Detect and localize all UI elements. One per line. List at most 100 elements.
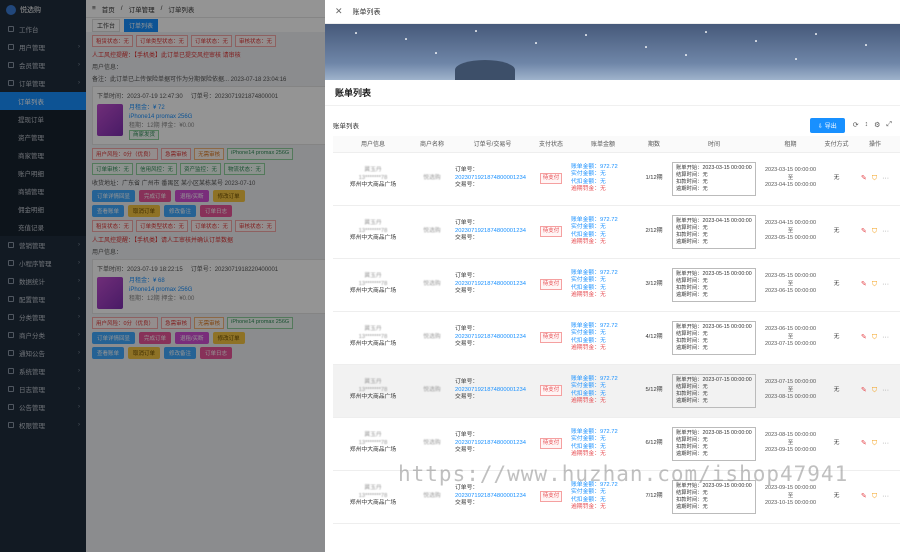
time-line: 账单开始：2023-05-15 00:00:00 [676, 270, 752, 277]
merchant-name: 悦选购 [423, 174, 441, 181]
user-address: 郑州中大商品广场 [349, 182, 397, 189]
shield-icon[interactable]: ⛉ [872, 281, 877, 289]
star-decoration [475, 30, 477, 32]
time-line: 账单开始：2023-03-15 00:00:00 [676, 164, 752, 171]
more-icon[interactable]: ··· [882, 281, 889, 289]
paid-amount: 实付金额：无 [571, 171, 606, 177]
time-line: 逾期时间：无 [676, 397, 708, 404]
edit-icon[interactable]: ✎ [861, 440, 867, 448]
fullscreen-icon[interactable]: ⤢ [886, 121, 892, 129]
user-phone: 13*******78 [358, 386, 388, 393]
cell-ops: ✎ ⛉ ··· [850, 364, 900, 418]
user-address: 郑州中大商品广场 [349, 341, 397, 348]
cell-pay-method: 无 [823, 364, 850, 418]
star-decoration [815, 33, 817, 35]
time-line: 账单开始：2023-04-15 00:00:00 [676, 217, 752, 224]
paid-amount: 实付金额：无 [571, 489, 606, 495]
more-icon[interactable]: ··· [882, 334, 889, 342]
density-icon[interactable]: ↕ [865, 121, 869, 129]
merchant-name: 悦选购 [423, 439, 441, 446]
order-number-link[interactable]: 2023071921874800001234 [455, 175, 526, 181]
user-address: 郑州中大商品广场 [349, 447, 397, 454]
order-number-link[interactable]: 2023071921874800001234 [455, 281, 526, 287]
edit-icon[interactable]: ✎ [861, 175, 867, 183]
shield-icon[interactable]: ⛉ [872, 387, 877, 395]
time-line: 逾期时间：无 [676, 185, 708, 192]
time-line: 账单开始：2023-06-15 00:00:00 [676, 323, 752, 330]
refresh-icon[interactable]: ⟳ [853, 121, 859, 129]
paid-amount: 实付金额：无 [571, 383, 606, 389]
range-separator: 至 [787, 227, 794, 234]
user-name: 冀玉丹 [364, 273, 382, 280]
more-icon[interactable]: ··· [882, 493, 889, 501]
trade-number: 交易号： [455, 341, 479, 348]
range-start: 2023-06-15 00:00:00 [764, 326, 817, 333]
order-number-link[interactable]: 2023071921874800001234 [455, 387, 526, 393]
order-number-link[interactable]: 2023071921874800001234 [455, 440, 526, 446]
merchant-name: 悦选购 [423, 386, 441, 393]
row-actions: ✎ ⛉ ··· [850, 493, 900, 501]
order-number-link[interactable]: 2023071921874800001234 [455, 493, 526, 499]
time-box: 账单开始：2023-07-15 00:00:00 结算时间：无 扣款时间：无 逾期时间… [672, 373, 756, 408]
column-header: 用户信息 [333, 136, 413, 153]
drawer-header-title: 账单列表 [352, 8, 381, 16]
edit-icon[interactable]: ✎ [861, 493, 867, 501]
user-phone: 13*******78 [358, 227, 388, 234]
cell-status: 待支付 [534, 364, 568, 418]
more-icon[interactable]: ··· [882, 228, 889, 236]
range-separator: 至 [787, 439, 794, 446]
range-start: 2023-08-15 00:00:00 [764, 432, 817, 439]
edit-icon[interactable]: ✎ [861, 334, 867, 342]
edit-icon[interactable]: ✎ [861, 281, 867, 289]
order-number-link[interactable]: 2023071921874800001234 [455, 228, 526, 234]
column-header: 支付方式 [823, 136, 850, 153]
close-icon[interactable]: ✕ [335, 6, 343, 17]
shield-icon[interactable]: ⛉ [872, 228, 877, 236]
bill-amount: 账单金额：972.72 [571, 428, 618, 435]
range-start: 2023-07-15 00:00:00 [764, 379, 817, 386]
column-header: 操作 [850, 136, 900, 153]
more-icon[interactable]: ··· [882, 387, 889, 395]
table-toolbar: 账单列表 ⇩ 导出 ⟳ ↕ ⚙ ⤢ [325, 114, 900, 136]
cell-pay-method: 无 [823, 258, 850, 312]
time-line: 结算时间：无 [676, 224, 708, 231]
user-name: 冀玉丹 [364, 167, 382, 174]
more-icon[interactable]: ··· [882, 440, 889, 448]
drawer-header: ✕ 账单列表 [325, 0, 900, 24]
range-end: 2023-10-15 00:00:00 [764, 500, 817, 507]
range-separator: 至 [787, 386, 794, 393]
edit-icon[interactable]: ✎ [861, 387, 867, 395]
merchant-name: 悦选购 [423, 492, 441, 499]
shield-icon[interactable]: ⛉ [872, 334, 877, 342]
range-start: 2023-03-15 00:00:00 [764, 167, 817, 174]
table-row: 冀玉丹 13*******78 郑州中大商品广场 悦选购 订单号：20230719218… [333, 258, 900, 312]
time-box: 账单开始：2023-08-15 00:00:00 结算时间：无 扣款时间：无 逾期时间… [672, 426, 756, 461]
shield-icon[interactable]: ⛉ [872, 493, 877, 501]
time-box: 账单开始：2023-06-15 00:00:00 结算时间：无 扣款时间：无 逾期时间… [672, 320, 756, 355]
bill-amount: 账单金额：972.72 [571, 163, 618, 170]
cell-user: 冀玉丹 13*******78 郑州中大商品广场 [333, 258, 413, 312]
merchant-name: 悦选购 [423, 280, 441, 287]
status-badge: 待支付 [539, 490, 563, 503]
cell-status: 待支付 [534, 258, 568, 312]
export-button[interactable]: ⇩ 导出 [810, 117, 845, 133]
penalty-amount: 逾期罚金：无 [571, 239, 606, 245]
more-icon[interactable]: ··· [882, 175, 889, 183]
cell-status: 待支付 [534, 152, 568, 206]
user-phone: 13*******78 [358, 492, 388, 499]
cell-amount: 账单金额：972.72 实付金额：无 代扣金额：无 逾期罚金：无 [568, 258, 638, 312]
deduct-amount: 代扣金额：无 [571, 496, 606, 503]
star-decoration [535, 42, 537, 44]
paid-amount: 实付金额：无 [571, 330, 606, 336]
star-decoration [865, 44, 867, 46]
order-number: 订单号：2023071921874800001234 [455, 326, 526, 340]
time-box: 账单开始：2023-04-15 00:00:00 结算时间：无 扣款时间：无 逾期时间… [672, 214, 756, 249]
order-number-link[interactable]: 2023071921874800001234 [455, 334, 526, 340]
shield-icon[interactable]: ⛉ [872, 440, 877, 448]
edit-icon[interactable]: ✎ [861, 228, 867, 236]
time-line: 逾期时间：无 [676, 291, 708, 298]
user-name: 冀玉丹 [364, 220, 382, 227]
settings-icon[interactable]: ⚙ [874, 121, 880, 129]
cell-amount: 账单金额：972.72 实付金额：无 代扣金额：无 逾期罚金：无 [568, 311, 638, 365]
shield-icon[interactable]: ⛉ [872, 175, 877, 183]
